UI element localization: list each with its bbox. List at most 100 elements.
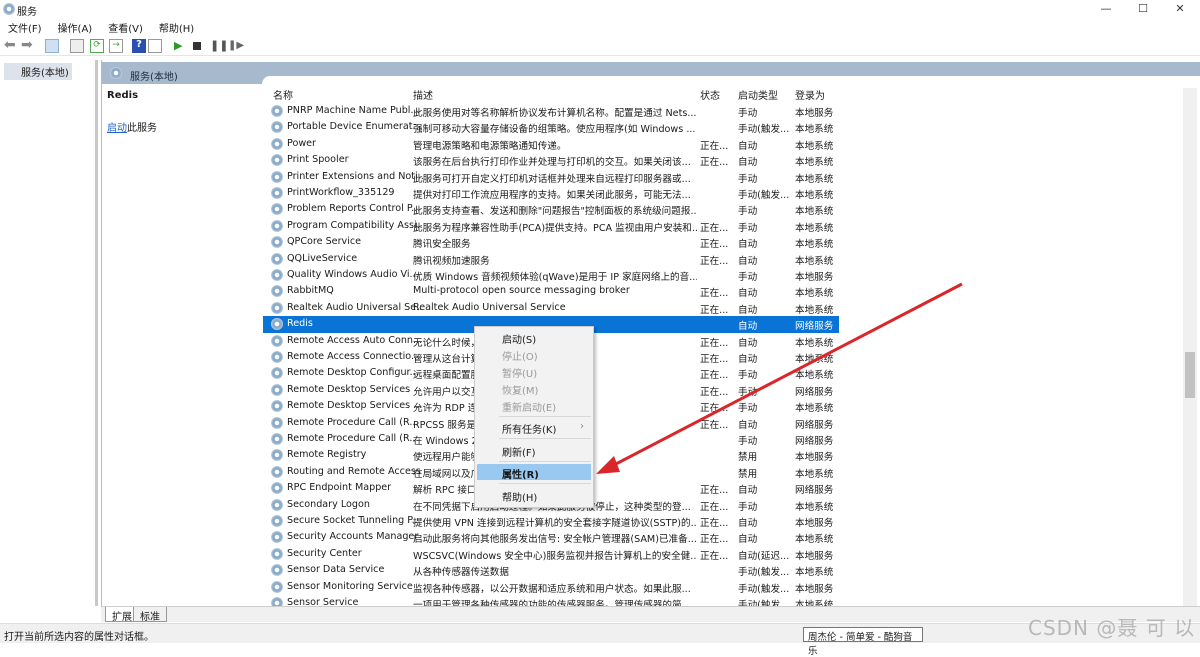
start-service-suffix: 此服务 xyxy=(127,123,157,134)
service-gear-icon xyxy=(271,531,283,544)
maximize-button[interactable]: ☐ xyxy=(1125,0,1161,18)
scrollbar-thumb[interactable] xyxy=(1185,352,1195,398)
service-gear-icon xyxy=(271,449,283,462)
menu-item-restart[interactable]: 重新启动(E) xyxy=(477,397,591,414)
service-log-on-as: 本地系统 xyxy=(795,403,834,415)
service-log-on-as: 网络服务 xyxy=(795,436,834,447)
vertical-scrollbar[interactable] xyxy=(1183,88,1197,606)
menu-file[interactable]: 文件(F) xyxy=(0,18,50,35)
service-row[interactable]: Quality Windows Audio Vi... 优质 Windows 音频… xyxy=(263,267,839,283)
properties-pane-icon[interactable] xyxy=(70,39,84,53)
menu-item-help[interactable]: 帮助(H) xyxy=(477,487,591,504)
show-hide-console-tree-icon[interactable] xyxy=(45,39,59,53)
service-startup-type: 手动(触发... xyxy=(738,583,790,595)
menu-item-resume[interactable]: 恢复(M) xyxy=(477,380,591,397)
service-row[interactable]: Realtek Audio Universal Se... Realtek Aud… xyxy=(263,300,839,316)
service-row[interactable]: Secure Socket Tunneling P... 提供使用 VPN 连接到… xyxy=(263,513,839,529)
service-row[interactable]: Program Compatibility Assi... 此服务为程序兼容性助手… xyxy=(263,218,839,234)
column-header-description[interactable]: 描述 xyxy=(413,87,433,103)
refresh-icon[interactable]: ⟳ xyxy=(90,39,104,53)
service-row[interactable]: QPCore Service 腾讯安全服务 正在... 自动 本地系统 xyxy=(263,234,839,250)
service-gear-icon xyxy=(271,301,283,314)
minimize-button[interactable]: — xyxy=(1088,0,1124,18)
restart-service-icon[interactable]: ❚▶ xyxy=(228,39,244,53)
menu-bar: 文件(F) 操作(A) 查看(V) 帮助(H) xyxy=(0,18,1200,35)
service-gear-icon xyxy=(271,400,283,413)
service-row[interactable]: Sensor Data Service 从各种传感器传送数据 手动(触发... 本地系… xyxy=(263,562,839,578)
service-status: 正在... xyxy=(700,550,729,562)
help-icon[interactable]: ? xyxy=(132,39,146,53)
menu-item-start[interactable]: 启动(S) xyxy=(477,329,591,346)
service-status: 正在... xyxy=(700,386,729,398)
service-row[interactable]: QQLiveService 腾讯视频加速服务 正在... 自动 本地系统 xyxy=(263,251,839,267)
tree-node-services-local[interactable]: 服务(本地) xyxy=(4,63,72,80)
service-description: 该服务在后台执行打印作业并处理与打印机的交互。如果关闭该... xyxy=(413,157,691,169)
service-name: Remote Access Connectio... xyxy=(287,351,421,362)
service-name: Print Spooler xyxy=(287,154,349,166)
menu-item-refresh[interactable]: 刷新(F) xyxy=(477,442,591,459)
export-list-icon[interactable]: → xyxy=(109,39,123,53)
menu-help[interactable]: 帮助(H) xyxy=(151,18,202,35)
menu-separator xyxy=(499,438,591,439)
service-description: Multi-protocol open source messaging bro… xyxy=(413,285,630,297)
menu-view[interactable]: 查看(V) xyxy=(100,18,151,35)
service-gear-icon xyxy=(271,203,283,216)
tree-node-label: 服务(本地) xyxy=(21,68,69,79)
service-row[interactable]: PNRP Machine Name Publ... 此服务使用对等名称解析协议发布… xyxy=(263,103,839,119)
service-row[interactable]: Power 管理电源策略和电源策略通知传递。 正在... 自动 本地系统 xyxy=(263,136,839,152)
service-log-on-as: 本地系统 xyxy=(795,239,834,251)
service-log-on-as: 本地系统 xyxy=(795,468,834,480)
service-startup-type: 手动 xyxy=(738,173,758,185)
service-log-on-as: 本地系统 xyxy=(795,173,834,185)
service-name: RabbitMQ xyxy=(287,285,334,297)
service-gear-icon xyxy=(271,547,283,560)
service-status: 正在... xyxy=(700,304,729,316)
pane-header: 服务(本地) xyxy=(102,62,1200,84)
service-gear-icon xyxy=(271,416,283,429)
menu-action[interactable]: 操作(A) xyxy=(50,18,101,35)
service-gear-icon xyxy=(271,170,283,183)
service-name: QQLiveService xyxy=(287,252,358,264)
column-header-status[interactable]: 状态 xyxy=(700,87,720,103)
pause-service-icon[interactable]: ❚❚ xyxy=(210,39,228,53)
column-header-name[interactable]: 名称 xyxy=(273,87,293,103)
service-status: 正在... xyxy=(700,255,729,267)
service-row[interactable]: PrintWorkflow_335129 提供对打印工作流应用程序的支持。如果关闭… xyxy=(263,185,839,201)
start-service-link[interactable]: 启动 xyxy=(107,123,127,134)
service-description: WSCSVC(Windows 安全中心)服务监视并报告计算机上的安全健... xyxy=(413,550,697,562)
forward-icon[interactable]: ➡ xyxy=(21,38,35,53)
service-row[interactable]: Security Accounts Manager 启动此服务将向其他服务发出信号… xyxy=(263,529,839,545)
column-header-startup-type[interactable]: 启动类型 xyxy=(738,87,778,103)
service-row[interactable]: Print Spooler 该服务在后台执行打印作业并处理与打印机的交互。如果关闭… xyxy=(263,152,839,168)
service-row[interactable]: RabbitMQ Multi-protocol open source messa… xyxy=(263,283,839,299)
service-description: 此服务为程序兼容性助手(PCA)提供支持。PCA 监视由用户安装和... xyxy=(413,222,697,234)
service-name: Routing and Remote Access xyxy=(287,465,421,477)
service-name: Secondary Logon xyxy=(287,498,370,510)
stop-service-icon[interactable] xyxy=(193,42,201,50)
close-button[interactable]: ✕ xyxy=(1162,0,1198,18)
back-icon[interactable]: ⬅ xyxy=(4,38,18,53)
title-bar: 服务 — ☐ ✕ xyxy=(0,0,1200,18)
service-name: Realtek Audio Universal Se... xyxy=(287,301,423,313)
show-action-pane-icon[interactable] xyxy=(148,39,162,53)
taskbar-tooltip: 周杰伦 - 简单爱 - 酷狗音乐 xyxy=(803,627,923,657)
menu-item-properties[interactable]: 属性(R) xyxy=(477,464,591,481)
service-row[interactable]: Problem Reports Control P... 此服务支持查看、发送和删… xyxy=(263,201,839,217)
service-name: Remote Desktop Services xyxy=(287,383,411,395)
menu-item-pause[interactable]: 暂停(U) xyxy=(477,363,591,380)
service-status: 正在... xyxy=(700,337,729,349)
menu-item-stop[interactable]: 停止(O) xyxy=(477,346,591,363)
service-row[interactable]: Security Center WSCSVC(Windows 安全中心)服务监视并… xyxy=(263,546,839,562)
tab-standard[interactable]: 标准 xyxy=(133,607,167,623)
menu-item-all-tasks[interactable]: 所有任务(K) xyxy=(477,419,591,436)
start-service-icon[interactable]: ▶ xyxy=(174,39,188,53)
column-header-log-on-as[interactable]: 登录为 xyxy=(795,87,825,103)
service-name: Quality Windows Audio Vi... xyxy=(287,269,419,280)
service-startup-type: 手动 xyxy=(738,370,758,382)
service-log-on-as: 本地系统 xyxy=(795,534,834,546)
service-row[interactable]: Printer Extensions and Noti... 此服务可打开自定义打… xyxy=(263,169,839,185)
service-row[interactable]: Portable Device Enumerat... 强制可移动大容量存储设备的… xyxy=(263,119,839,135)
service-row[interactable]: Sensor Monitoring Service 监视各种传感器，以公开数据和适… xyxy=(263,579,839,595)
status-bar: 打开当前所选内容的属性对话框。 xyxy=(0,623,1200,643)
service-name: PNRP Machine Name Publ... xyxy=(287,105,420,116)
